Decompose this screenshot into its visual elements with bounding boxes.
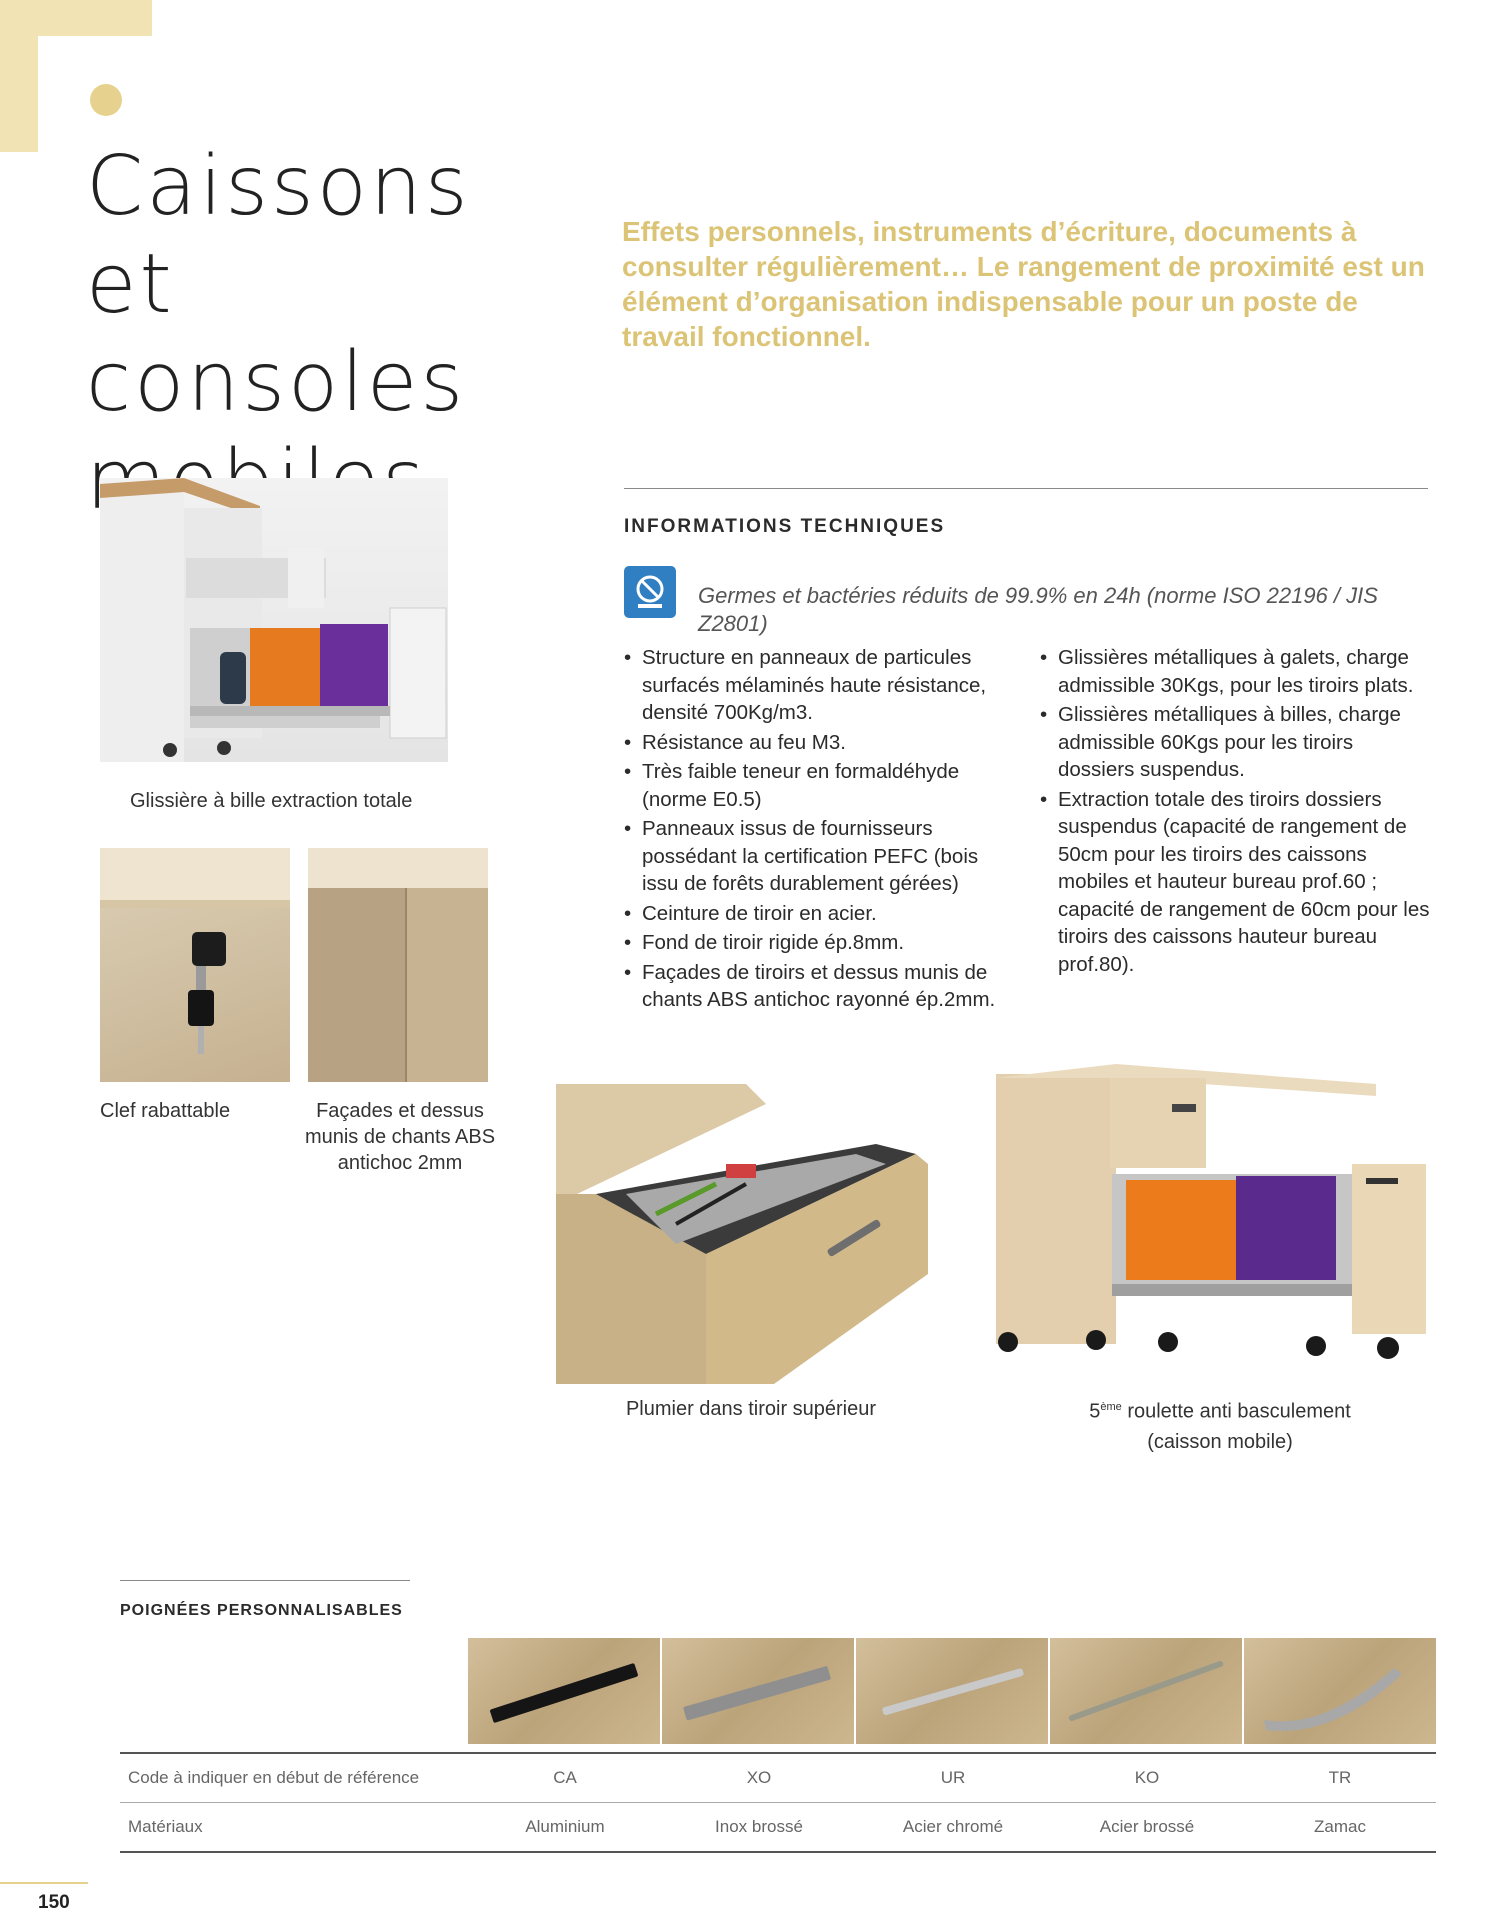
spec-item: Résistance au feu M3. <box>624 729 1014 757</box>
caption-pen-tray: Plumier dans tiroir supérieur <box>625 1398 877 1420</box>
photo-folding-key <box>100 848 290 1082</box>
handle-material: Aluminium <box>468 1802 662 1853</box>
caption-wheel-sub: (caisson mobile) <box>1147 1430 1293 1453</box>
caption-slide: Glissière à bille extraction totale <box>130 790 413 812</box>
handle-code: KO <box>1050 1752 1244 1803</box>
page-title: Caissons et consoles mobiles <box>86 139 471 528</box>
handle-material: Acier brossé <box>1050 1802 1244 1853</box>
handle-code: XO <box>662 1752 856 1803</box>
handle-chrome-bar-icon <box>856 1638 1048 1744</box>
caption-ordinal-suffix: ème <box>1100 1401 1122 1413</box>
antibacterial-shield-icon <box>624 566 676 618</box>
spec-item: Panneaux issus de fournisseurs possédant… <box>624 815 1014 898</box>
spec-item: Façades de tiroirs et dessus munis de ch… <box>624 959 1014 1014</box>
spec-item: Ceinture de tiroir en acier. <box>624 900 1014 928</box>
table-row: Code à indiquer en début de référence CA… <box>120 1752 1436 1803</box>
handle-material: Acier chromé <box>856 1802 1050 1853</box>
page-number-rule <box>0 1882 88 1884</box>
photo-abs-edges <box>308 848 488 1082</box>
handle-material: Zamac <box>1244 1802 1436 1853</box>
handle-curved-icon <box>1244 1638 1436 1744</box>
code-label: Code à indiquer en début de référence <box>120 1752 468 1803</box>
page-number: 150 <box>38 1892 70 1913</box>
caption-key: Clef rabattable <box>100 1100 231 1122</box>
handles-table: Code à indiquer en début de référence CA… <box>120 1752 1436 1853</box>
handles-heading: POIGNÉES PERSONNALISABLES <box>120 1602 403 1619</box>
spec-item: Très faible teneur en formaldéhyde (norm… <box>624 758 1014 813</box>
spec-item: Extraction totale des tiroirs dossiers s… <box>1040 786 1432 979</box>
handles-divider <box>120 1580 410 1581</box>
tech-heading: INFORMATIONS TECHNIQUES <box>624 516 946 537</box>
intro-text: Effets personnels, instruments d’écritur… <box>622 216 1425 352</box>
spec-item: Glissières métalliques à billes, charge … <box>1040 701 1432 784</box>
spec-item: Glissières métalliques à galets, charge … <box>1040 644 1432 699</box>
section-divider <box>624 488 1428 489</box>
caption-edges: Façades et dessus munis de chants ABS an… <box>304 1100 496 1174</box>
photo-pen-tray <box>556 1084 946 1384</box>
caption-ordinal: 5 <box>1089 1400 1101 1423</box>
accent-dot <box>90 84 122 116</box>
handle-code: CA <box>468 1752 662 1803</box>
table-row: Matériaux Aluminium Inox brossé Acier ch… <box>120 1802 1436 1853</box>
caption-wheel-main: roulette anti basculement <box>1127 1400 1351 1423</box>
specs-left-list: Structure en panneaux de particules surf… <box>624 644 1014 1016</box>
photo-fifth-wheel <box>996 1064 1446 1374</box>
spec-item: Structure en panneaux de particules surf… <box>624 644 1014 727</box>
handle-black-bar-icon <box>468 1638 660 1744</box>
caption-fifth-wheel: 5ème roulette anti basculement (caisson m… <box>1010 1392 1430 1457</box>
handle-brushed-bar-icon <box>662 1638 854 1744</box>
specs-right-list: Glissières métalliques à galets, charge … <box>1040 644 1432 980</box>
antibacterial-text: Germes et bactéries réduits de 99.9% en … <box>698 583 1378 636</box>
handle-rod-icon <box>1050 1638 1242 1744</box>
photo-slide-cabinet <box>100 478 448 762</box>
handle-code: UR <box>856 1752 1050 1803</box>
handle-code: TR <box>1244 1752 1436 1803</box>
spec-item: Fond de tiroir rigide ép.8mm. <box>624 929 1014 957</box>
material-label: Matériaux <box>120 1802 468 1853</box>
handle-material: Inox brossé <box>662 1802 856 1853</box>
